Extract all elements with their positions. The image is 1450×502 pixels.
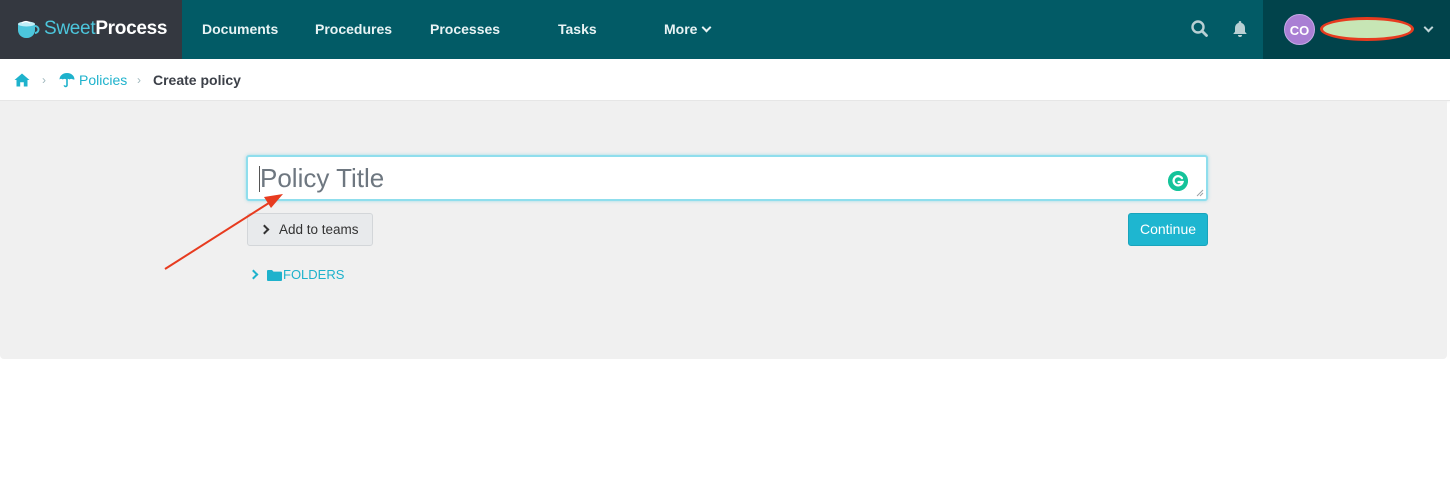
create-policy-panel (0, 101, 1447, 359)
home-icon[interactable] (14, 73, 30, 87)
folder-icon (267, 270, 282, 281)
breadcrumb-current: Create policy (153, 72, 241, 88)
nav-more[interactable]: More (664, 0, 712, 59)
brand-sweet: Sweet (44, 18, 96, 39)
nav-processes[interactable]: Processes (430, 0, 500, 59)
user-menu[interactable]: CO (1263, 0, 1450, 59)
umbrella-icon (59, 73, 75, 88)
breadcrumb-separator: › (137, 73, 141, 87)
grammarly-icon[interactable] (1168, 171, 1188, 191)
add-to-teams-label: Add to teams (279, 222, 359, 237)
text-caret (259, 166, 260, 192)
top-nav-bar: SweetProcess Documents Procedures Proces… (0, 0, 1450, 59)
resize-handle-icon[interactable] (1196, 189, 1204, 197)
chevron-down-icon[interactable] (1423, 22, 1434, 33)
nav-tasks[interactable]: Tasks (558, 0, 597, 59)
brand-process: Process (95, 18, 168, 39)
breadcrumb: › Policies › Create policy (0, 59, 1450, 101)
search-icon[interactable] (1189, 18, 1211, 40)
nav-documents[interactable]: Documents (202, 0, 278, 59)
policy-title-field[interactable] (246, 155, 1208, 201)
bell-icon[interactable] (1229, 18, 1251, 40)
add-to-teams-button[interactable]: Add to teams (247, 213, 373, 246)
nav-procedures[interactable]: Procedures (315, 0, 392, 59)
continue-button[interactable]: Continue (1128, 213, 1208, 246)
breadcrumb-separator: › (42, 73, 46, 87)
policy-title-input[interactable] (248, 157, 1206, 199)
brand-wordmark: SweetProcess (44, 17, 167, 41)
username-redacted (1320, 17, 1414, 41)
chevron-down-icon (702, 22, 712, 33)
nav-more-label: More (664, 21, 698, 37)
brand-logo[interactable]: SweetProcess (0, 0, 182, 59)
folders-label: FOLDERS (283, 267, 345, 282)
chevron-right-icon (259, 224, 270, 235)
avatar[interactable]: CO (1284, 14, 1315, 45)
breadcrumb-policies[interactable]: Policies (79, 71, 127, 89)
coffee-cup-logo-icon (18, 20, 40, 38)
